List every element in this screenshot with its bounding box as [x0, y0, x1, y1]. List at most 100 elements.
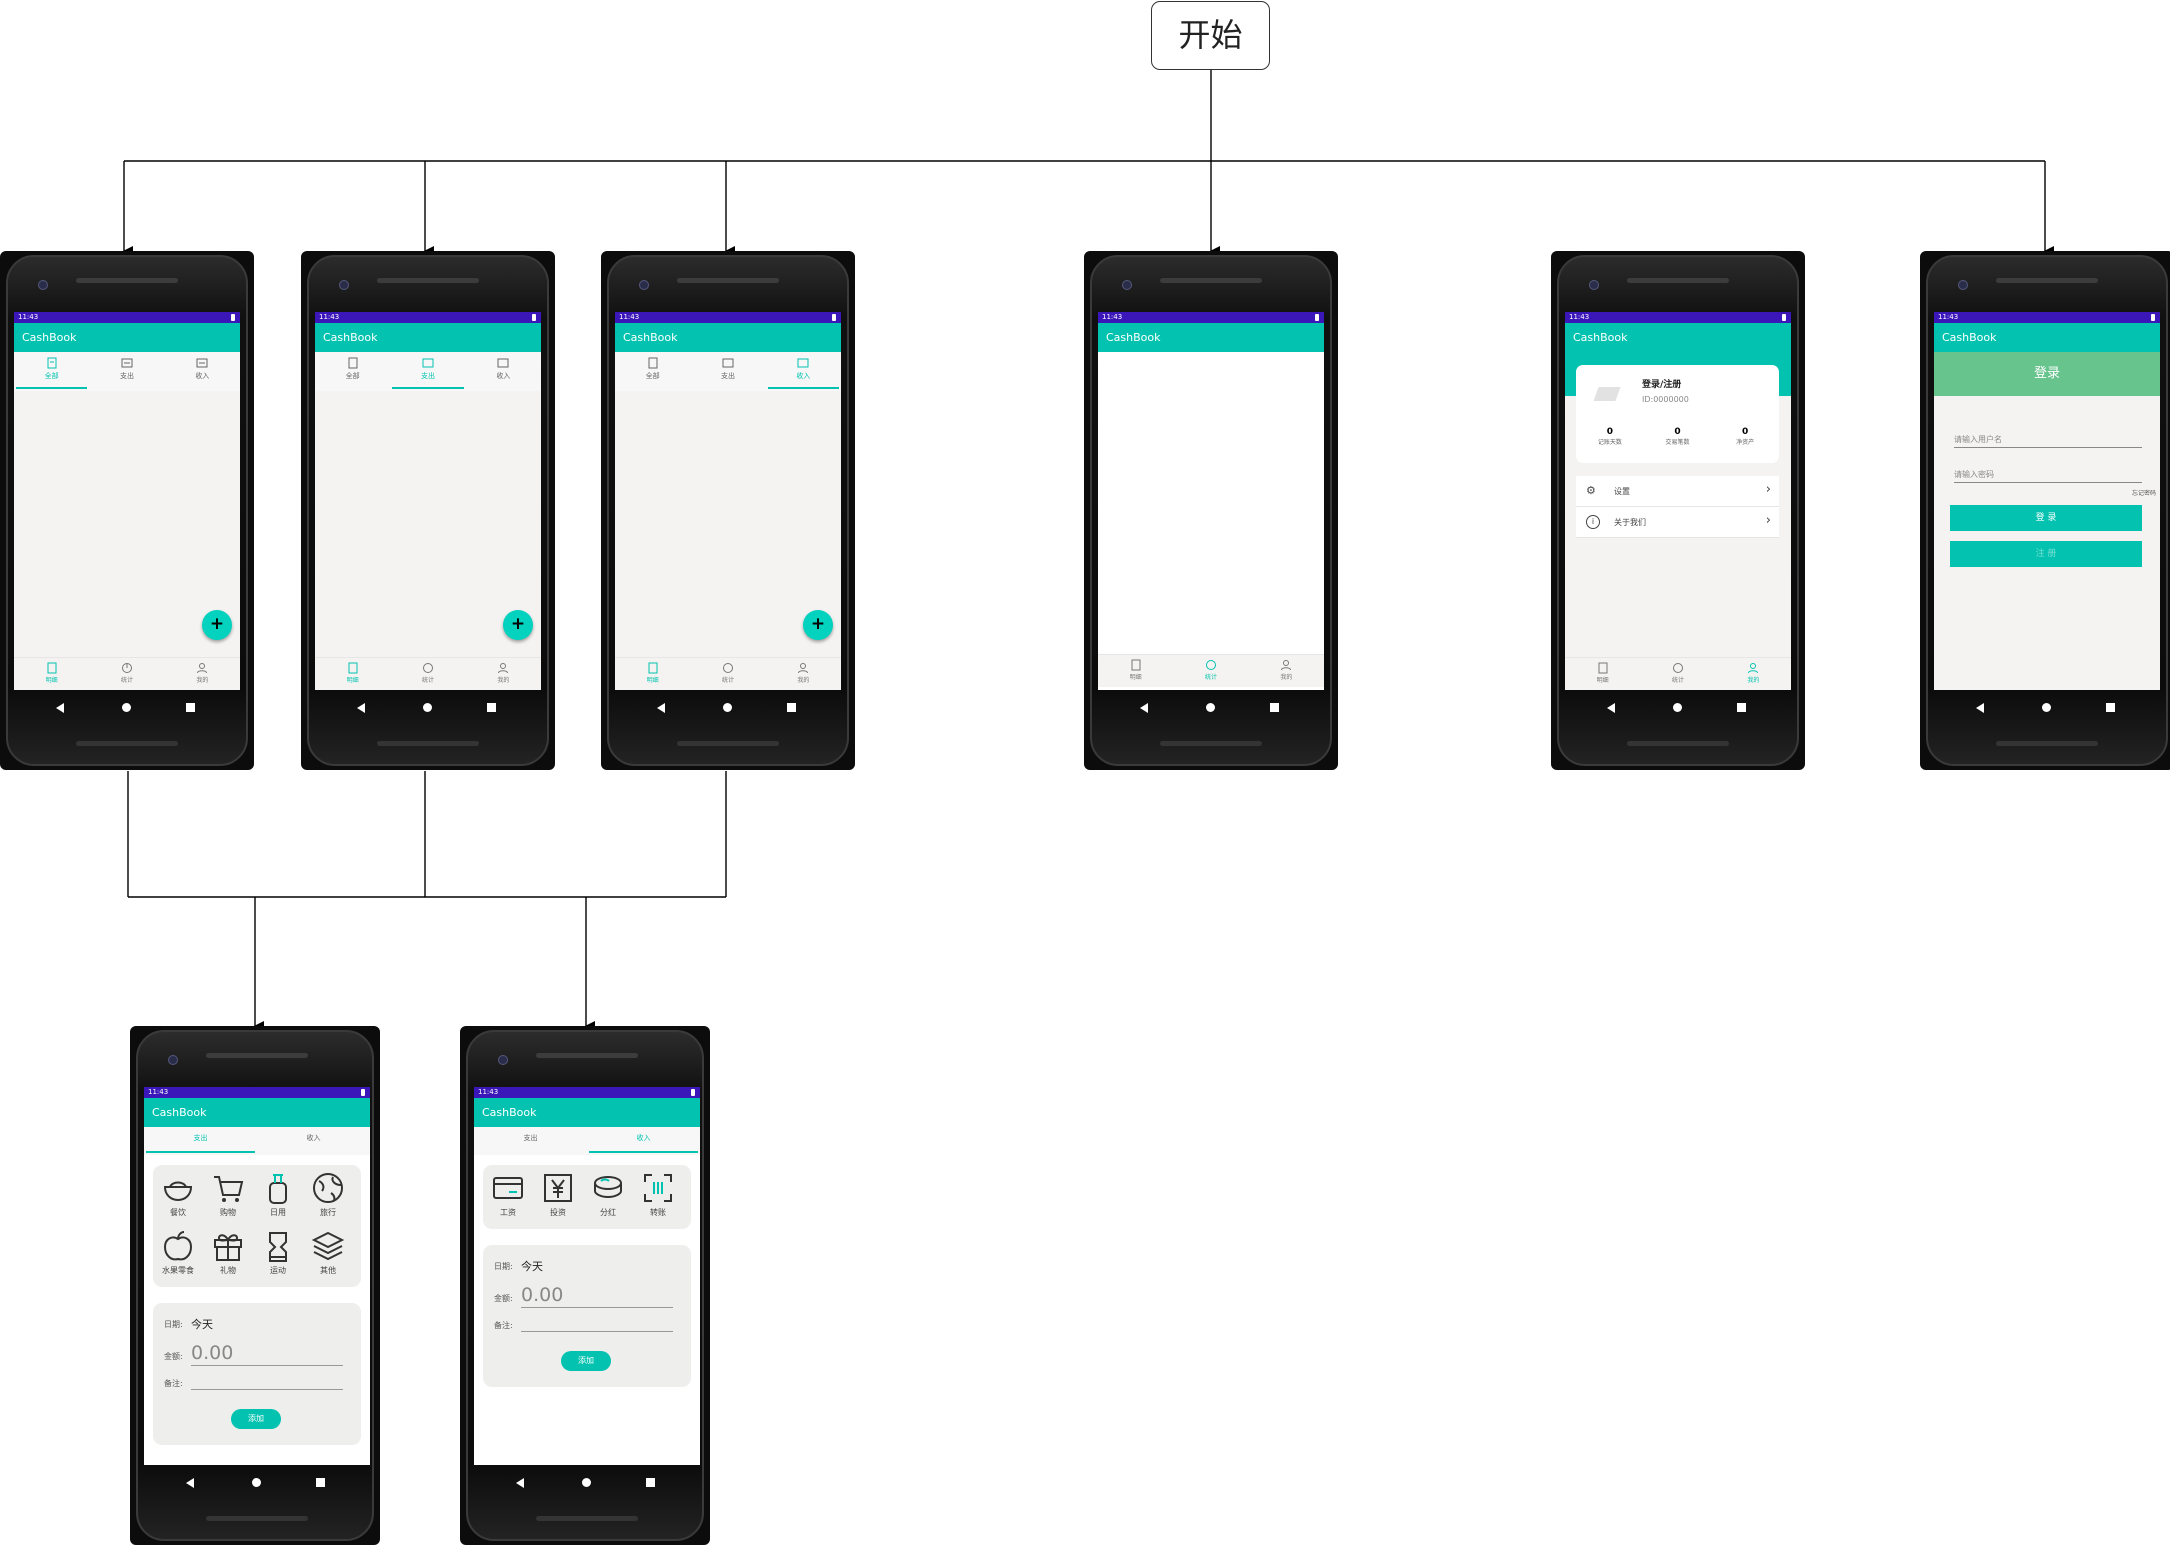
home-icon[interactable]: [1206, 703, 1215, 712]
nav-stats[interactable]: 统计: [89, 658, 164, 690]
nav-stats[interactable]: 统计: [390, 658, 465, 690]
tab-income[interactable]: 收入: [466, 352, 541, 391]
back-icon[interactable]: [1976, 703, 1984, 713]
add-fab-button[interactable]: +: [202, 610, 232, 640]
amount-field[interactable]: 0.00: [191, 1342, 233, 1364]
register-button[interactable]: 注 册: [1950, 541, 2142, 567]
app-title: CashBook: [315, 323, 541, 352]
status-time: 11:43: [319, 313, 340, 321]
camera-icon: [339, 280, 349, 290]
back-icon[interactable]: [186, 1478, 194, 1488]
menu-settings[interactable]: ⚙ 设置 ›: [1576, 476, 1779, 507]
tab-expense[interactable]: 支出: [89, 352, 164, 391]
stat-count-label: 交易笔数: [1665, 439, 1690, 446]
category-investment[interactable]: 投资: [536, 1171, 580, 1218]
category-travel[interactable]: 旅行: [306, 1171, 350, 1218]
home-icon[interactable]: [252, 1478, 261, 1487]
add-fab-button[interactable]: +: [503, 610, 533, 640]
recent-apps-icon[interactable]: [186, 703, 195, 712]
back-icon[interactable]: [357, 703, 365, 713]
recent-apps-icon[interactable]: [316, 1478, 325, 1487]
nav-details[interactable]: 明细: [615, 658, 690, 690]
recent-apps-icon[interactable]: [1270, 703, 1279, 712]
tab-all[interactable]: 全部: [14, 352, 89, 391]
add-button[interactable]: 添加: [561, 1351, 611, 1371]
back-icon[interactable]: [657, 703, 665, 713]
category-other[interactable]: 其他: [306, 1229, 350, 1276]
stat-assets-value: 0: [1742, 427, 1749, 437]
login-button[interactable]: 登 录: [1950, 505, 2142, 531]
tab-expense[interactable]: 支出: [690, 352, 765, 391]
recent-apps-icon[interactable]: [1737, 703, 1746, 712]
nav-mine[interactable]: 我的: [165, 658, 240, 690]
home-icon[interactable]: [2042, 703, 2051, 712]
category-shopping[interactable]: 购物: [206, 1171, 250, 1218]
battery-icon: [231, 314, 235, 321]
pie-icon: [121, 663, 132, 673]
category-gift[interactable]: 礼物: [206, 1229, 250, 1276]
home-icon[interactable]: [1673, 703, 1682, 712]
nav-details[interactable]: 明细: [1098, 655, 1173, 687]
category-transfer[interactable]: 转账: [636, 1171, 680, 1218]
tab-income[interactable]: 收入: [766, 352, 841, 391]
home-icon[interactable]: [723, 703, 732, 712]
date-value[interactable]: 今天: [521, 1258, 543, 1274]
date-value[interactable]: 今天: [191, 1316, 213, 1332]
phone-stats: 11:43 CashBook 明细 统计 我的: [1084, 251, 1338, 770]
user-icon: [1748, 663, 1759, 674]
nav-stats[interactable]: 统计: [1640, 658, 1715, 690]
home-icon[interactable]: [582, 1478, 591, 1487]
category-food[interactable]: 餐饮: [156, 1171, 200, 1218]
app-title: CashBook: [1934, 323, 2160, 352]
nav-mine[interactable]: 我的: [766, 658, 841, 690]
recent-apps-icon[interactable]: [646, 1478, 655, 1487]
nav-mine[interactable]: 我的: [1249, 655, 1324, 687]
category-snacks[interactable]: 水果零食: [156, 1229, 200, 1276]
home-icon[interactable]: [423, 703, 432, 712]
note-field[interactable]: [521, 1331, 673, 1332]
recent-apps-icon[interactable]: [2106, 703, 2115, 712]
tab-all[interactable]: 全部: [315, 352, 390, 391]
back-icon[interactable]: [1140, 703, 1148, 713]
menu-about[interactable]: i 关于我们 ›: [1576, 507, 1779, 538]
nav-details[interactable]: 明细: [1565, 658, 1640, 690]
nav-stats[interactable]: 统计: [1173, 655, 1248, 687]
nav-mine[interactable]: 我的: [1716, 658, 1791, 690]
recent-apps-icon[interactable]: [487, 703, 496, 712]
password-field[interactable]: 请输入密码: [1954, 469, 2142, 483]
category-salary[interactable]: 工资: [486, 1171, 530, 1218]
income-category-grid: 工资 投资 分红 转账: [483, 1165, 691, 1229]
tab-add-income[interactable]: 收入: [587, 1127, 700, 1155]
back-icon[interactable]: [56, 703, 64, 713]
recent-apps-icon[interactable]: [787, 703, 796, 712]
nav-details[interactable]: 明细: [315, 658, 390, 690]
screen-add-expense: 11:43 CashBook 支出 收入 餐饮 购物 日用 旅行 水果零食 礼物…: [144, 1087, 370, 1465]
add-button[interactable]: 添加: [231, 1409, 281, 1429]
category-dividend[interactable]: 分红: [586, 1171, 630, 1218]
forgot-password-link[interactable]: 忘记密码: [2132, 488, 2156, 497]
back-icon[interactable]: [516, 1478, 524, 1488]
nav-stats[interactable]: 统计: [690, 658, 765, 690]
nav-details[interactable]: 明细: [14, 658, 89, 690]
profile-card[interactable]: 登录/注册 ID:0000000 0 记账天数 0 交易笔数 0 净资产: [1576, 365, 1779, 463]
tab-add-expense[interactable]: 支出: [144, 1127, 257, 1155]
screen-income: 11:43 CashBook 全部 支出 收入 + 明细 统计 我的: [615, 312, 841, 690]
category-sports[interactable]: 运动: [256, 1229, 300, 1276]
tab-all[interactable]: 全部: [615, 352, 690, 391]
home-icon[interactable]: [122, 703, 131, 712]
amount-field[interactable]: 0.00: [521, 1284, 563, 1306]
tab-add-expense[interactable]: 支出: [474, 1127, 587, 1155]
category-daily[interactable]: 日用: [256, 1171, 300, 1218]
pie-icon: [422, 663, 433, 673]
nav-mine[interactable]: 我的: [466, 658, 541, 690]
tab-income[interactable]: 收入: [165, 352, 240, 391]
profile-id: ID:0000000: [1642, 395, 1689, 404]
back-icon[interactable]: [1607, 703, 1615, 713]
battery-icon: [2151, 314, 2155, 321]
note-field[interactable]: [191, 1389, 343, 1390]
username-field[interactable]: 请输入用户名: [1954, 434, 2142, 448]
tab-expense[interactable]: 支出: [390, 352, 465, 391]
income-form: 日期: 今天 金额: 0.00 备注: 添加: [483, 1245, 691, 1387]
tab-add-income[interactable]: 收入: [257, 1127, 370, 1155]
add-fab-button[interactable]: +: [803, 610, 833, 640]
